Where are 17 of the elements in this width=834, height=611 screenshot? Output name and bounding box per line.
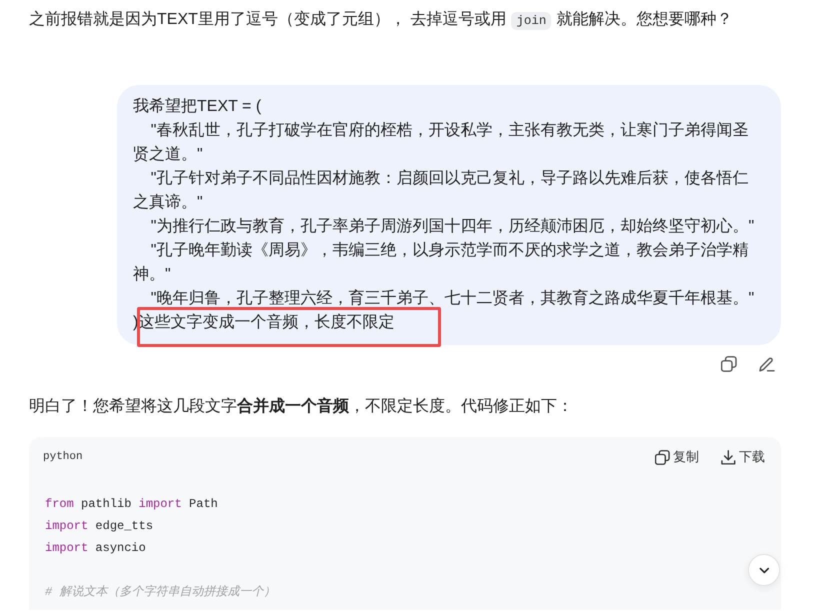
pencil-icon bbox=[759, 356, 775, 372]
copy-button[interactable] bbox=[721, 356, 737, 372]
copy-icon bbox=[655, 450, 670, 464]
code-line: # 解说文本（多个字符串自动拼接成一个） bbox=[45, 584, 276, 601]
message-text: 明白了！您希望将这几段文字合并成一个音频，不限定长度。代码修正如下： bbox=[29, 396, 574, 417]
download-icon bbox=[721, 450, 736, 464]
code-line: from pathlib import Path bbox=[45, 496, 219, 513]
copy-icon bbox=[721, 356, 737, 372]
edit-button[interactable] bbox=[759, 356, 775, 372]
message-text: 就能解决。您想要哪种？ bbox=[556, 11, 732, 28]
inline-code: join bbox=[511, 12, 552, 30]
message-text: 之前报错就是因为TEXT里用了逗号（变成了元组）， 去掉逗号或用 bbox=[29, 11, 506, 28]
copy-button[interactable]: 复制 bbox=[655, 448, 699, 466]
code-line: import edge_tts bbox=[45, 518, 154, 535]
language-label: python bbox=[43, 451, 83, 463]
code-line: import asyncio bbox=[45, 540, 147, 557]
download-button[interactable]: 下载 bbox=[721, 448, 765, 466]
